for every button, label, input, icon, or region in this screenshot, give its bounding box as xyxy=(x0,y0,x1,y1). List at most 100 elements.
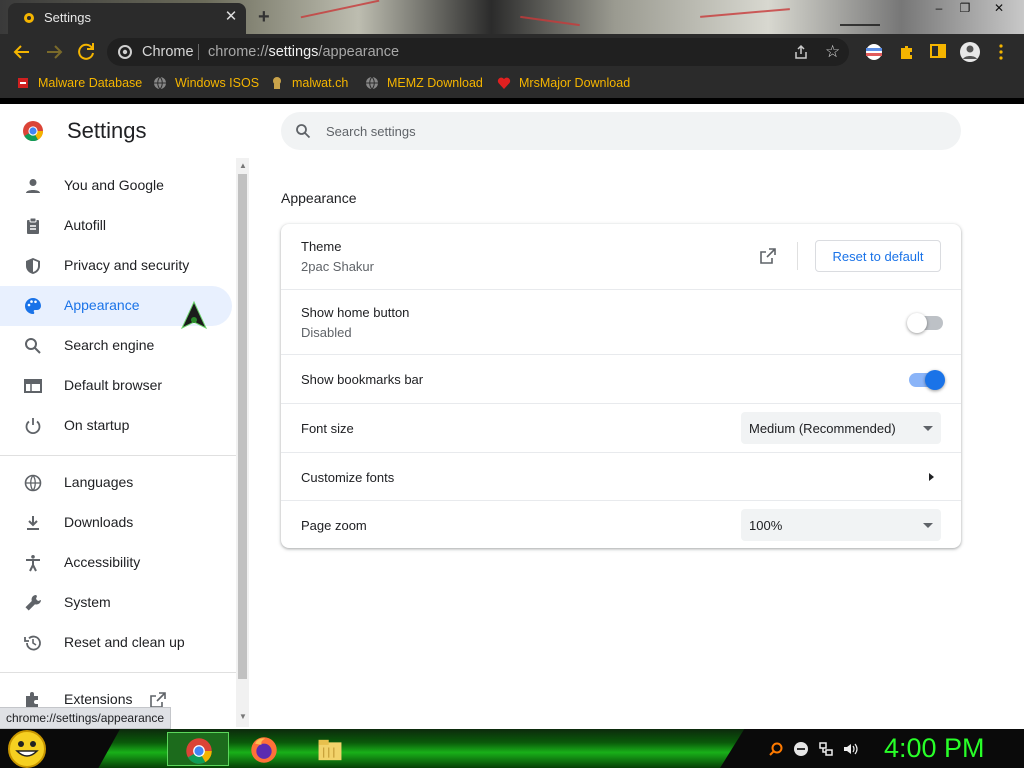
sidebar-item-accessibility[interactable]: Accessibility xyxy=(0,543,232,583)
search-icon xyxy=(25,338,41,354)
home-button-toggle[interactable] xyxy=(907,313,943,333)
sidebar-item-downloads[interactable]: Downloads xyxy=(0,503,232,543)
malware-icon xyxy=(18,78,28,88)
scroll-down-arrow-icon[interactable]: ▼ xyxy=(239,712,247,721)
taskbar-app-chrome[interactable] xyxy=(167,732,229,766)
chrome-logo-icon xyxy=(23,121,44,142)
bookmarks-bar: Malware Database Windows ISOS malwat.ch … xyxy=(0,70,1024,98)
customize-fonts-label: Customize fonts xyxy=(301,470,395,485)
back-arrow-icon[interactable] xyxy=(10,40,34,64)
globe-icon xyxy=(366,76,378,90)
sidebar-item-label: Autofill xyxy=(64,217,107,233)
volume-icon[interactable] xyxy=(842,741,858,757)
settings-sidebar: You and Google Autofill Privacy and secu… xyxy=(0,160,236,729)
sidebar-item-privacy-and-security[interactable]: Privacy and security xyxy=(0,246,232,286)
link-status-bubble: chrome://settings/appearance xyxy=(0,707,172,729)
power-icon xyxy=(25,418,41,435)
forward-arrow-icon[interactable] xyxy=(42,40,66,64)
font-size-row: Font size Medium (Recommended) xyxy=(281,403,961,452)
puzzle-icon[interactable] xyxy=(898,43,916,61)
minimize-button[interactable]: – xyxy=(926,1,952,15)
sidebar-item-label: On startup xyxy=(64,417,130,433)
tab-settings[interactable]: Settings ✕ xyxy=(8,3,246,34)
taskbar-clock[interactable]: 4:00 PM xyxy=(884,733,985,764)
start-button[interactable] xyxy=(8,730,46,768)
history-icon xyxy=(24,635,41,651)
omnibox-label: Chrome xyxy=(142,44,194,60)
sidebar-item-system[interactable]: System xyxy=(0,583,232,623)
sidebar-item-on-startup[interactable]: On startup xyxy=(0,406,232,446)
accessibility-icon xyxy=(26,555,40,572)
taskbar: 4:00 PM xyxy=(0,729,1024,768)
browser-icon xyxy=(24,379,42,393)
firefox-icon xyxy=(251,737,277,763)
chevron-right-icon xyxy=(929,473,934,481)
page-zoom-label: Page zoom xyxy=(301,518,367,533)
maximize-button[interactable]: ❐ xyxy=(952,1,978,15)
shield-icon xyxy=(26,258,40,274)
customize-fonts-row[interactable]: Customize fonts xyxy=(281,452,961,500)
sidebar-item-you-and-google[interactable]: You and Google xyxy=(0,166,232,206)
open-in-new-icon xyxy=(150,692,166,708)
appearance-card: Theme 2pac Shakur Reset to default Show … xyxy=(281,224,961,548)
sidebar-item-languages[interactable]: Languages xyxy=(0,463,232,503)
reload-icon[interactable] xyxy=(74,40,98,64)
bookmark-star-icon[interactable]: ☆ xyxy=(825,42,840,62)
scrollbar-thumb[interactable] xyxy=(238,174,247,679)
side-panel-icon[interactable] xyxy=(930,43,946,59)
title-bar: Settings ✕ + – ❐ ✕ xyxy=(0,0,1024,34)
folder-icon xyxy=(318,739,342,761)
open-in-new-icon[interactable] xyxy=(760,248,776,264)
section-title: Appearance xyxy=(281,190,357,206)
tab-close-icon[interactable]: ✕ xyxy=(222,8,240,26)
scroll-up-arrow-icon[interactable]: ▲ xyxy=(239,161,247,170)
wrench-icon xyxy=(25,595,41,611)
reset-to-default-button[interactable]: Reset to default xyxy=(815,240,941,272)
address-bar[interactable]: Chrome chrome://settings/appearance ☆ xyxy=(107,38,849,66)
taskbar-app-firefox[interactable] xyxy=(233,732,295,766)
sidebar-item-search-engine[interactable]: Search engine xyxy=(0,326,232,366)
sidebar-item-default-browser[interactable]: Default browser xyxy=(0,366,232,406)
page-zoom-select[interactable]: 100% xyxy=(741,509,941,541)
sidebar-item-label: Appearance xyxy=(64,297,140,313)
theme-label: Theme xyxy=(301,239,342,254)
search-input[interactable] xyxy=(326,121,926,141)
window-close-button[interactable]: ✕ xyxy=(986,1,1012,15)
font-size-value: Medium (Recommended) xyxy=(749,421,896,436)
chrome-icon xyxy=(186,738,212,764)
globe-icon xyxy=(24,474,42,492)
search-box[interactable] xyxy=(281,112,961,150)
sidebar-divider xyxy=(0,672,236,673)
new-tab-button[interactable]: + xyxy=(258,6,270,29)
bookmark-malware-database[interactable]: Malware Database xyxy=(16,76,142,90)
home-button-row[interactable]: Show home button Disabled xyxy=(281,289,961,354)
sidebar-item-label: Default browser xyxy=(64,377,163,393)
clipboard-icon xyxy=(27,217,39,234)
profile-avatar-icon[interactable] xyxy=(959,41,981,63)
sidebar-scrollbar[interactable]: ▲ ▼ xyxy=(236,158,249,727)
sidebar-item-reset-and-clean-up[interactable]: Reset and clean up xyxy=(0,623,232,663)
bookmark-malwatch[interactable]: malwat.ch xyxy=(270,76,348,90)
taskbar-app-explorer[interactable] xyxy=(299,732,361,766)
theme-row: Theme 2pac Shakur Reset to default xyxy=(281,224,961,289)
bookmarks-bar-toggle[interactable] xyxy=(909,370,945,390)
bookmarks-bar-row[interactable]: Show bookmarks bar xyxy=(281,354,961,403)
sidebar-item-autofill[interactable]: Autofill xyxy=(0,206,232,246)
bookmark-mrsmajor-download[interactable]: MrsMajor Download xyxy=(497,76,630,90)
heart-icon xyxy=(497,77,511,89)
network-icon[interactable] xyxy=(818,741,834,757)
font-size-label: Font size xyxy=(301,421,354,436)
bookmark-windows-isos[interactable]: Windows ISOS xyxy=(153,76,259,90)
url-text[interactable]: chrome://settings/appearance xyxy=(208,44,399,60)
bookmark-memz-download[interactable]: MEMZ Download xyxy=(365,76,483,90)
notification-tray-icon[interactable] xyxy=(793,741,809,757)
sidebar-item-label: System xyxy=(64,594,111,610)
share-icon[interactable] xyxy=(793,44,809,60)
menu-kebab-icon[interactable] xyxy=(997,43,1005,61)
search-tray-icon[interactable] xyxy=(768,741,784,757)
home-button-status: Disabled xyxy=(301,325,352,340)
dropdown-caret-icon xyxy=(923,426,933,431)
font-size-select[interactable]: Medium (Recommended) xyxy=(741,412,941,444)
flag-extension-icon[interactable] xyxy=(865,43,883,61)
gear-icon xyxy=(24,13,34,23)
